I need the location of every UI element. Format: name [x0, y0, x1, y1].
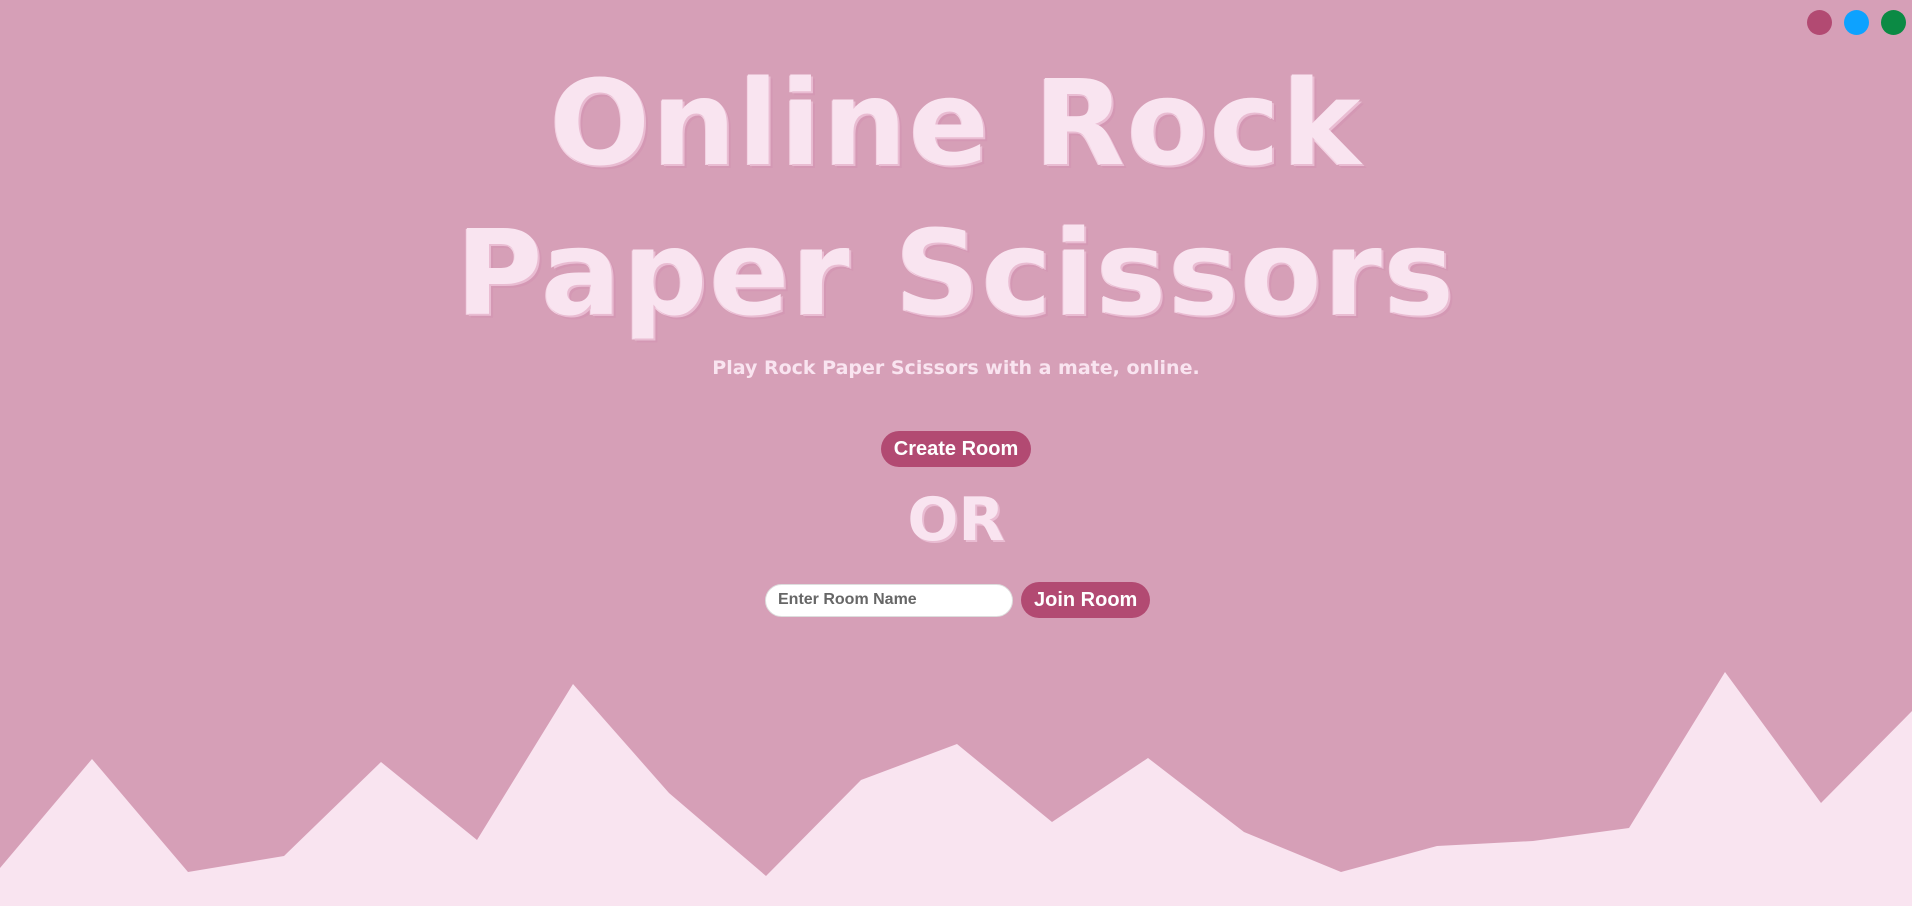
theme-dot-green[interactable]	[1881, 10, 1906, 35]
join-room-form: Join Room	[765, 582, 1151, 618]
title-line-1: Online Rock	[549, 54, 1363, 192]
room-name-input[interactable]	[765, 583, 1013, 617]
mountains-decoration	[0, 672, 1912, 906]
join-room-button[interactable]: Join Room	[1021, 582, 1151, 618]
theme-dot-magenta[interactable]	[1807, 10, 1832, 35]
page-title: Online Rock Paper Scissors	[0, 48, 1912, 348]
create-room-container: Create Room	[0, 431, 1912, 467]
or-separator: OR	[907, 485, 1005, 555]
create-room-button[interactable]: Create Room	[880, 431, 1032, 467]
page: Online Rock Paper Scissors Play Rock Pap…	[0, 0, 1912, 906]
theme-switcher	[1807, 10, 1906, 35]
title-line-2: Paper Scissors	[455, 204, 1457, 342]
subtitle: Play Rock Paper Scissors with a mate, on…	[712, 357, 1200, 379]
theme-dot-blue[interactable]	[1844, 10, 1869, 35]
